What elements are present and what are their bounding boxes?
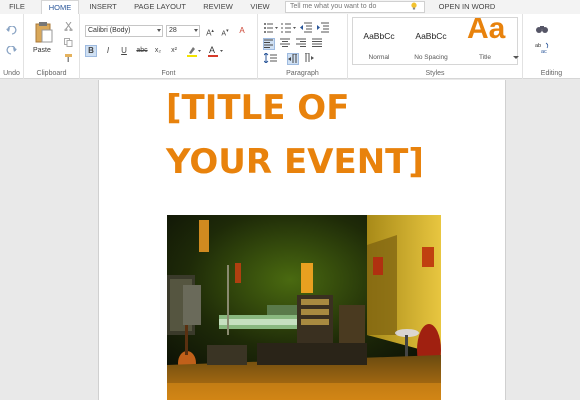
event-photo[interactable] — [167, 215, 441, 400]
editing-group: ab ac Editing — [523, 14, 580, 79]
event-title-line-1[interactable]: [TITLE OF — [166, 88, 349, 128]
clipboard-group: Paste Clipboard — [24, 14, 80, 79]
paste-icon[interactable] — [35, 21, 53, 43]
editing-group-label: Editing — [540, 70, 563, 77]
style-title-preview: Aa — [467, 17, 506, 45]
ltr-direction-button[interactable] — [287, 53, 299, 65]
style-normal-name: Normal — [368, 54, 390, 61]
document-area: [TITLE OF YOUR EVENT] — [0, 80, 580, 400]
align-right-icon — [296, 38, 306, 47]
tab-file[interactable]: FILE — [4, 0, 30, 14]
find-icon[interactable] — [535, 24, 549, 34]
align-right-button[interactable] — [295, 38, 307, 50]
tell-me-search-input[interactable]: Tell me what you want to do — [285, 1, 425, 13]
increase-indent-icon[interactable] — [317, 22, 329, 33]
font-name-value: Calibri (Body) — [88, 27, 131, 34]
line-spacing-icon — [263, 52, 277, 64]
document-page[interactable]: [TITLE OF YOUR EVENT] — [98, 80, 506, 400]
align-center-icon — [280, 38, 290, 47]
font-group-label: Font — [161, 70, 176, 77]
open-in-word-button[interactable]: OPEN IN WORD — [434, 0, 500, 14]
replace-icon[interactable]: ab ac — [535, 42, 551, 54]
styles-group-label: Styles — [425, 70, 445, 77]
highlight-icon[interactable] — [186, 45, 202, 57]
shrink-font-button[interactable]: A▾ — [219, 25, 231, 37]
italic-button[interactable]: I — [102, 45, 114, 57]
undo-group: Undo — [0, 14, 24, 79]
style-normal[interactable]: AaBbCc Normal — [353, 18, 405, 64]
styles-gallery: AaBbCc Normal AaBbCc No Spacing Aa Title — [352, 17, 518, 65]
style-title[interactable]: Aa Title — [457, 18, 513, 64]
tab-home[interactable]: HOME — [41, 0, 79, 14]
tab-page-layout[interactable]: PAGE LAYOUT — [130, 0, 190, 14]
style-no-spacing[interactable]: AaBbCc No Spacing — [405, 18, 457, 64]
bold-button[interactable]: B — [85, 45, 97, 57]
lightbulb-icon[interactable] — [410, 2, 418, 10]
grow-font-button[interactable]: A▴ — [204, 25, 216, 38]
format-painter-icon[interactable] — [64, 53, 73, 62]
rtl-icon — [305, 52, 314, 62]
paragraph-group: Paragraph — [258, 14, 348, 79]
paste-label[interactable]: Paste — [33, 47, 51, 54]
cut-icon[interactable] — [64, 22, 73, 31]
bullets-icon[interactable] — [264, 23, 278, 33]
tab-insert[interactable]: INSERT — [86, 0, 120, 14]
style-title-name: Title — [457, 54, 513, 61]
underline-button[interactable]: U — [118, 45, 130, 57]
font-group: Calibri (Body) 28 A▴ A▾ A B I U abc x₂ x… — [80, 14, 258, 79]
superscript-button[interactable]: x² — [168, 45, 180, 57]
font-name-select[interactable]: Calibri (Body) — [85, 25, 163, 37]
font-size-value: 28 — [169, 27, 177, 34]
justify-icon — [312, 38, 322, 47]
ribbon: Undo Paste Clipboard Calibri (Body) 28 A… — [0, 14, 580, 79]
numbering-icon[interactable] — [281, 23, 296, 33]
redo-icon[interactable] — [6, 46, 17, 55]
undo-group-label: Undo — [3, 70, 20, 77]
style-normal-preview: AaBbCc — [363, 31, 395, 41]
ribbon-tab-bar: FILE HOME INSERT PAGE LAYOUT REVIEW VIEW… — [0, 0, 580, 14]
event-title-line-2[interactable]: YOUR EVENT] — [166, 142, 424, 182]
align-left-icon — [264, 39, 273, 48]
styles-more-icon[interactable] — [513, 54, 519, 60]
subscript-button[interactable]: x₂ — [152, 45, 164, 57]
style-no-spacing-preview: AaBbCc — [415, 31, 447, 41]
clipboard-group-label: Clipboard — [36, 70, 67, 77]
style-no-spacing-name: No Spacing — [414, 54, 448, 61]
justify-button[interactable] — [311, 38, 323, 50]
tab-view[interactable]: VIEW — [246, 0, 274, 14]
decrease-indent-icon[interactable] — [300, 22, 312, 33]
align-left-button[interactable] — [263, 38, 275, 50]
copy-icon[interactable] — [64, 38, 73, 47]
svg-text:A: A — [209, 45, 215, 55]
align-center-button[interactable] — [279, 38, 291, 50]
font-color-icon[interactable]: A — [208, 45, 224, 57]
clear-formatting-button[interactable]: A — [236, 25, 248, 37]
svg-text:ac: ac — [541, 49, 547, 54]
strikethrough-button[interactable]: abc — [134, 45, 150, 57]
paragraph-group-label: Paragraph — [286, 70, 319, 77]
list-buttons-row — [264, 22, 329, 33]
rtl-direction-button[interactable] — [303, 52, 315, 65]
undo-icon[interactable] — [6, 26, 17, 35]
tab-review[interactable]: REVIEW — [198, 0, 238, 14]
font-size-select[interactable]: 28 — [166, 25, 200, 37]
line-spacing-button[interactable] — [263, 52, 279, 65]
ltr-icon — [288, 53, 297, 63]
